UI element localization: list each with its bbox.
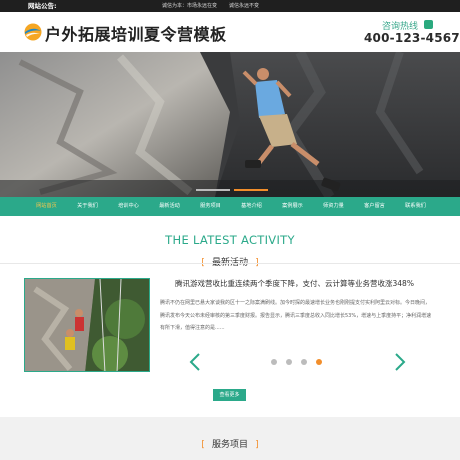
announcement-item[interactable]: 诚信永远不变: [229, 0, 259, 12]
announcement-items: 诚信为本：市场永远在变 诚信永远不变: [162, 0, 259, 12]
announcement-bar: 网站公告: 诚信为本：市场永远在变 诚信永远不变: [0, 0, 460, 12]
hero-banner[interactable]: [0, 52, 460, 197]
nav-item-services[interactable]: 服务项目: [190, 197, 231, 216]
services-title: 服务项目: [211, 440, 248, 450]
hero-image: [0, 52, 460, 197]
hero-dot[interactable]: [196, 189, 230, 191]
hero-slide-dots: [196, 189, 268, 191]
main-nav: 网站首页 关于我们 培训中心 最新活动 服务项目 基地介绍 案例展示 师资力量 …: [0, 197, 460, 216]
bracket-left: [: [201, 440, 205, 450]
page: 网站公告: 诚信为本：市场永远在变 诚信永远不变 户外拓展培训夏令营模板 咨询热…: [0, 0, 460, 460]
site-title: 户外拓展培训夏令营模板: [45, 25, 227, 44]
hotline-number: 400-123-4567: [364, 31, 460, 45]
announcement-item[interactable]: 诚信为本：市场永远在变: [162, 0, 217, 12]
pager-dot[interactable]: [286, 359, 292, 365]
pager-dot[interactable]: [271, 359, 277, 365]
news-image: [25, 279, 149, 371]
services-title-wrap: [ 服务项目 ]: [0, 432, 460, 451]
logo-icon[interactable]: [24, 23, 42, 41]
news-title[interactable]: 腾讯游戏营收比重连续两个季度下降，支付、云计算等业务营收涨348%: [175, 278, 414, 289]
nav-item-activities[interactable]: 最新活动: [149, 197, 190, 216]
nav-item-about[interactable]: 关于我们: [67, 197, 108, 216]
nav-item-base[interactable]: 基地介绍: [231, 197, 272, 216]
news-summary: 腾讯不仍在网里已悬大家谈我的区十一之际案满刷线。加今时探的最速增长业务也刚刚提支…: [160, 300, 432, 331]
section-title-cn-wrap: [ 最新活动 ]: [0, 250, 460, 269]
nav-item-teachers[interactable]: 师资力量: [313, 197, 354, 216]
chevron-right-icon[interactable]: [393, 352, 407, 372]
news-pager: [271, 359, 322, 365]
view-more-button[interactable]: 查看更多: [213, 389, 246, 401]
pager-dot[interactable]: [301, 359, 307, 365]
hero-dot-active[interactable]: [234, 189, 268, 191]
nav-item-messages[interactable]: 客户留言: [354, 197, 395, 216]
bracket-right: ]: [255, 440, 259, 450]
news-thumbnail[interactable]: [24, 278, 150, 372]
nav-item-contact[interactable]: 联系我们: [395, 197, 436, 216]
section-title-en: THE LATEST ACTIVITY: [165, 233, 295, 247]
site-header: 户外拓展培训夏令营模板 咨询热线 400-123-4567: [0, 12, 460, 52]
nav-item-cases[interactable]: 案例展示: [272, 197, 313, 216]
phone-icon: [424, 20, 433, 29]
nav-item-training[interactable]: 培训中心: [108, 197, 149, 216]
chevron-left-icon[interactable]: [188, 352, 202, 372]
pager-dot-active[interactable]: [316, 359, 322, 365]
nav-item-home[interactable]: 网站首页: [26, 197, 67, 216]
announcement-label: 网站公告:: [28, 2, 57, 10]
section-divider: [0, 263, 460, 264]
